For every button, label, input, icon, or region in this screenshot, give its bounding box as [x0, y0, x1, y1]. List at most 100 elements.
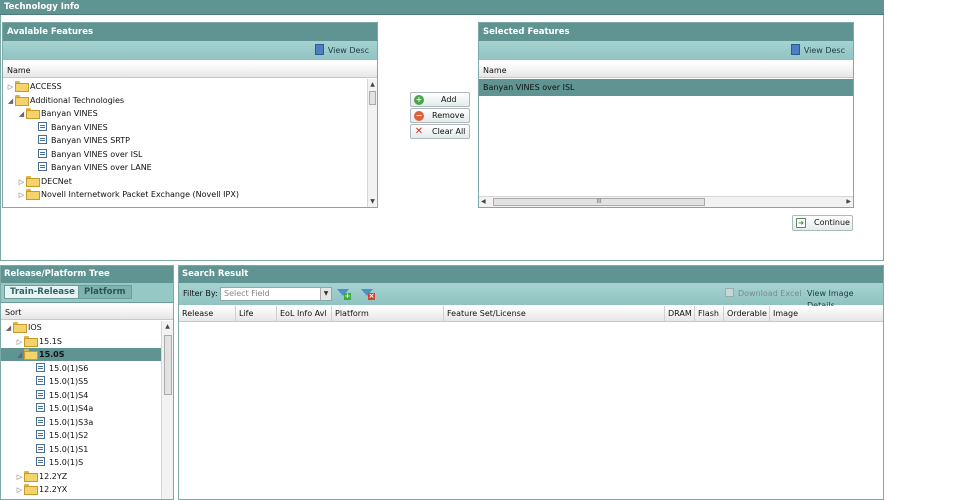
tab-platform-label: Platform: [84, 287, 126, 297]
selected-view-desc-button[interactable]: View Desc: [790, 44, 845, 57]
technology-info-header: Technology Info: [0, 0, 884, 15]
expand-arrow-icon[interactable]: ▷: [17, 176, 26, 189]
available-vertical-scrollbar[interactable]: ▲ ▼: [367, 79, 377, 207]
results-column-header: Release Life Cycle EoL Info Avl Platform…: [179, 306, 883, 333]
tree-folder-item[interactable]: ◢ Banyan VINES: [3, 107, 367, 120]
folder-icon: [24, 349, 38, 360]
remove-button[interactable]: − Remove: [410, 108, 470, 123]
column-release[interactable]: Release: [179, 306, 235, 321]
feature-list-icon: [36, 430, 45, 439]
column-release-label: Release: [182, 309, 214, 318]
available-view-desc-button[interactable]: View Desc: [314, 44, 369, 57]
selected-feature-row[interactable]: Banyan VINES over ISL: [479, 79, 853, 96]
expand-arrow-icon[interactable]: ▷: [6, 81, 15, 94]
scroll-right-icon[interactable]: ▶: [846, 197, 851, 207]
tree-item-label: Banyan VINES: [41, 109, 98, 118]
tree-leaf-item[interactable]: 15.0(1)S6: [1, 362, 161, 375]
tree-leaf-item[interactable]: 15.0(1)S: [1, 456, 161, 469]
column-eol-info[interactable]: EoL Info Avl: [276, 306, 331, 321]
add-filter-icon[interactable]: +: [337, 287, 351, 300]
tree-leaf-item[interactable]: 15.0(1)S2: [1, 429, 161, 442]
clear-x-icon: ✕: [414, 126, 424, 137]
release-vertical-scrollbar[interactable]: ▲: [161, 321, 173, 499]
collapse-arrow-icon[interactable]: ◢: [6, 95, 15, 108]
clear-all-button[interactable]: ✕ Clear All: [410, 124, 470, 139]
tab-train-release[interactable]: Train-Release: [4, 285, 81, 299]
scroll-left-icon[interactable]: ◀: [481, 197, 486, 207]
tree-leaf-item[interactable]: Banyan VINES: [3, 121, 367, 134]
tree-folder-item[interactable]: ▷ ACCESS: [3, 80, 367, 93]
folder-icon: [26, 175, 40, 187]
tree-leaf-item[interactable]: 15.0(1)S5: [1, 375, 161, 388]
tree-folder-item[interactable]: ◢ IOS: [1, 321, 161, 334]
scroll-thumb[interactable]: [164, 335, 172, 395]
tree-folder-item[interactable]: ▷ 12.2YX: [1, 483, 161, 496]
sort-column-header[interactable]: Sort: [1, 305, 173, 320]
selected-horizontal-scrollbar[interactable]: ◀ III ▶: [479, 196, 853, 207]
column-platform[interactable]: Platform: [331, 306, 443, 321]
release-platform-header: Release/Platform Tree: [1, 266, 173, 283]
scroll-up-icon[interactable]: ▲: [368, 80, 377, 89]
expand-arrow-icon[interactable]: ▷: [15, 471, 24, 484]
tree-item-label: 15.0(1)S2: [49, 431, 89, 440]
tree-leaf-item[interactable]: Banyan VINES over LANE: [3, 161, 367, 174]
chevron-down-icon[interactable]: ▼: [320, 288, 331, 300]
continue-button[interactable]: ➜ Continue: [792, 215, 853, 231]
feature-list-icon: [36, 362, 45, 372]
download-excel-button[interactable]: Download Excel: [725, 288, 802, 300]
column-dram[interactable]: DRAM: [664, 306, 694, 321]
selected-name-column-header[interactable]: Name: [479, 63, 853, 78]
feature-list-icon: [36, 389, 45, 399]
tree-folder-item[interactable]: ◢ 15.0S: [1, 348, 161, 361]
column-life-cycle[interactable]: Life Cycle: [235, 306, 275, 333]
tree-folder-item[interactable]: ▷ 12.2YZ: [1, 470, 161, 483]
column-orderable[interactable]: Orderable: [723, 306, 769, 321]
collapse-arrow-icon[interactable]: ◢: [15, 349, 24, 362]
scroll-up-icon[interactable]: ▲: [163, 322, 172, 331]
tree-folder-item[interactable]: ▷ 15.1S: [1, 335, 161, 348]
folder-icon: [26, 108, 40, 119]
tree-leaf-item[interactable]: 15.0(1)S3a: [1, 416, 161, 429]
tree-leaf-item[interactable]: 15.0(1)S1: [1, 443, 161, 456]
scroll-down-icon[interactable]: ▼: [368, 197, 377, 206]
expand-arrow-icon[interactable]: ▷: [15, 336, 24, 349]
tree-leaf-item[interactable]: Banyan VINES over ISL: [3, 148, 367, 161]
expand-arrow-icon[interactable]: ▷: [15, 484, 24, 497]
available-features-toolbar: View Desc: [3, 41, 377, 60]
available-features-title: Avalable Features: [7, 27, 94, 37]
remove-icon: −: [414, 111, 424, 121]
selected-features-toolbar: View Desc: [479, 41, 853, 60]
tree-item-label: Banyan VINES SRTP: [51, 136, 130, 145]
tree-item-label: Banyan VINES: [51, 122, 108, 132]
tree-folder-item[interactable]: ◢ Additional Technologies: [3, 94, 367, 107]
folder-icon: [13, 322, 27, 333]
tab-platform[interactable]: Platform: [78, 285, 132, 299]
collapse-arrow-icon[interactable]: ◢: [4, 322, 13, 335]
collapse-arrow-icon[interactable]: ◢: [17, 108, 26, 121]
tree-item-label: Banyan VINES over LANE: [51, 163, 152, 172]
tree-folder-item[interactable]: ▷ Novell Internetwork Packet Exchange (No…: [3, 188, 367, 201]
tree-leaf-item[interactable]: Banyan VINES SRTP: [3, 134, 367, 147]
add-button[interactable]: + Add: [410, 92, 470, 107]
expand-arrow-icon[interactable]: ▷: [17, 189, 26, 202]
document-icon: [314, 44, 324, 55]
available-name-column-header[interactable]: Name: [3, 63, 377, 78]
select-field-dropdown[interactable]: Select Field ▼: [220, 287, 332, 301]
available-view-desc-label: View Desc: [327, 46, 369, 55]
horizontal-scroll-thumb[interactable]: III: [493, 198, 705, 206]
selected-feature-label: Banyan VINES over ISL: [483, 83, 575, 92]
tree-leaf-item[interactable]: 15.0(1)S4: [1, 389, 161, 402]
tree-folder-item[interactable]: ▷ DECNet: [3, 175, 367, 188]
tree-item-label: 12.2YX: [39, 485, 68, 494]
available-features-tree: ▷ ACCESS ◢ Additional Technologies ◢ Banyan V…: [3, 79, 367, 207]
available-features-panel: Avalable Features View Desc Name ▷ ACCESS…: [2, 22, 378, 208]
tree-leaf-item[interactable]: 15.0(1)S4a: [1, 402, 161, 415]
sort-label: Sort: [5, 308, 22, 317]
column-flash[interactable]: Flash: [694, 306, 723, 321]
remove-filter-icon[interactable]: ×: [361, 287, 375, 300]
release-platform-panel: Release/Platform Tree Train-Release Plat…: [0, 265, 174, 500]
scroll-thumb[interactable]: [369, 91, 376, 105]
tree-item-label: 15.0(1)S6: [49, 363, 89, 373]
column-feature-set[interactable]: Feature Set/License: [443, 306, 665, 321]
column-image[interactable]: Image: [769, 306, 883, 321]
